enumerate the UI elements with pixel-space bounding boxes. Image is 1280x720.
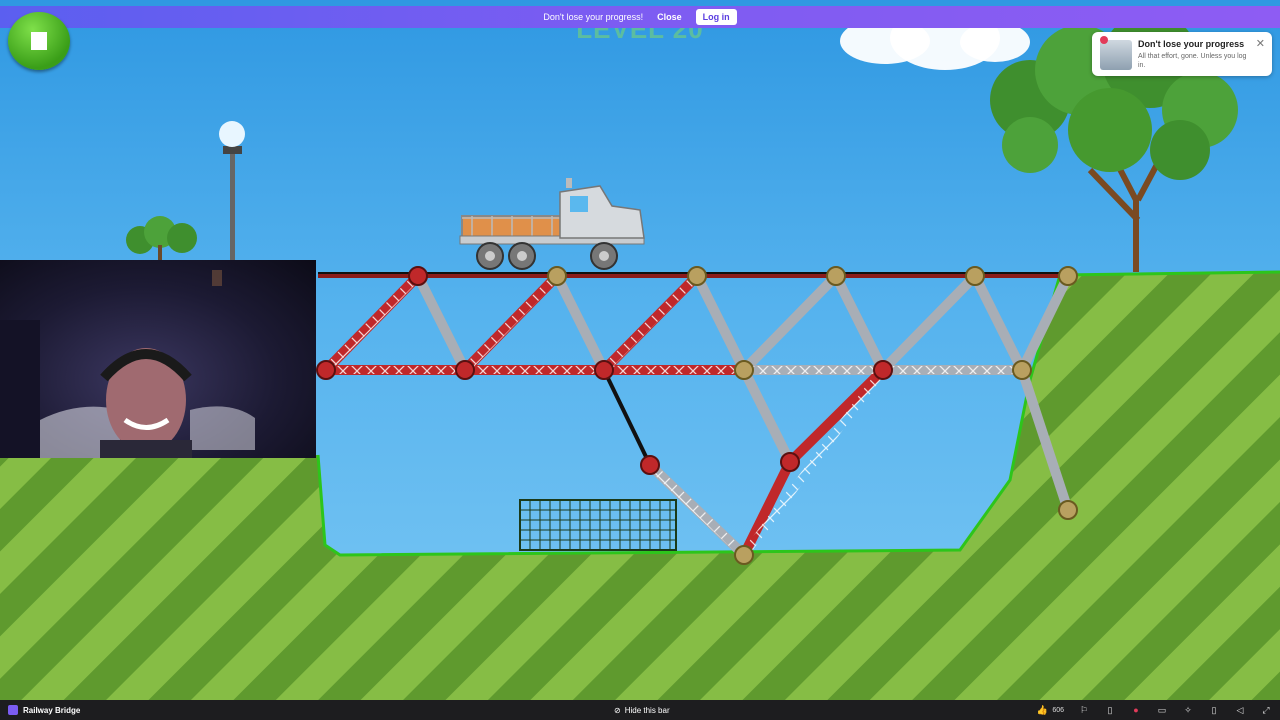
streamer-video <box>0 270 255 458</box>
bush <box>126 216 197 260</box>
notification-badge-icon <box>1100 36 1108 44</box>
game-title-area: Railway Bridge <box>8 705 80 715</box>
stop-button[interactable] <box>8 12 70 70</box>
record-icon[interactable]: ● <box>1130 704 1142 716</box>
phone-icon[interactable]: ▯ <box>1208 704 1220 716</box>
bookmark-icon[interactable]: ▯ <box>1104 704 1116 716</box>
bridge-cable <box>602 369 652 466</box>
close-icon[interactable]: ✕ <box>1256 37 1265 50</box>
banner-message: Don't lose your progress! <box>543 12 644 22</box>
login-button[interactable]: Log in <box>695 9 737 25</box>
bottom-bar-actions: 👍 606 ⚐ ▯ ● ▭ ✧ ▯ ◁ ⤢ <box>1036 704 1272 716</box>
webcam-overlay <box>0 260 316 458</box>
banner-close-button[interactable]: Close <box>657 12 682 22</box>
fullscreen-icon[interactable]: ⤢ <box>1260 704 1272 716</box>
fence <box>519 499 677 551</box>
notification-message: All that effort, gone. Unless you log in… <box>1138 53 1247 69</box>
progress-notification[interactable]: Don't lose your progress All that effort… <box>1092 32 1272 76</box>
settings-icon[interactable]: ✧ <box>1182 704 1194 716</box>
notification-title: Don't lose your progress <box>1138 39 1245 49</box>
notification-thumbnail <box>1100 40 1132 70</box>
truck <box>459 178 645 270</box>
game-title: Railway Bridge <box>23 705 81 715</box>
app-logo-icon <box>8 705 18 715</box>
thumbs-up-icon[interactable]: 👍 <box>1036 704 1048 716</box>
comment-icon[interactable]: ▭ <box>1156 704 1168 716</box>
lamp-post <box>219 121 245 265</box>
thumbs-down-icon[interactable]: ⚐ <box>1078 704 1090 716</box>
like-count: 606 <box>1052 706 1064 714</box>
game-canvas[interactable]: LEVEL 20 Don't lose your progress All th… <box>0 0 1280 700</box>
eye-off-icon: ⊘ <box>614 705 621 715</box>
stop-icon <box>31 32 47 50</box>
progress-banner: Don't lose your progress! Close Log in <box>0 6 1280 28</box>
hide-bar-label: Hide this bar <box>624 705 670 715</box>
bottom-bar: Railway Bridge ⊘ Hide this bar 👍 606 ⚐ ▯… <box>0 700 1280 720</box>
hide-bar-button[interactable]: ⊘ Hide this bar <box>614 706 670 715</box>
volume-icon[interactable]: ◁ <box>1234 704 1246 716</box>
